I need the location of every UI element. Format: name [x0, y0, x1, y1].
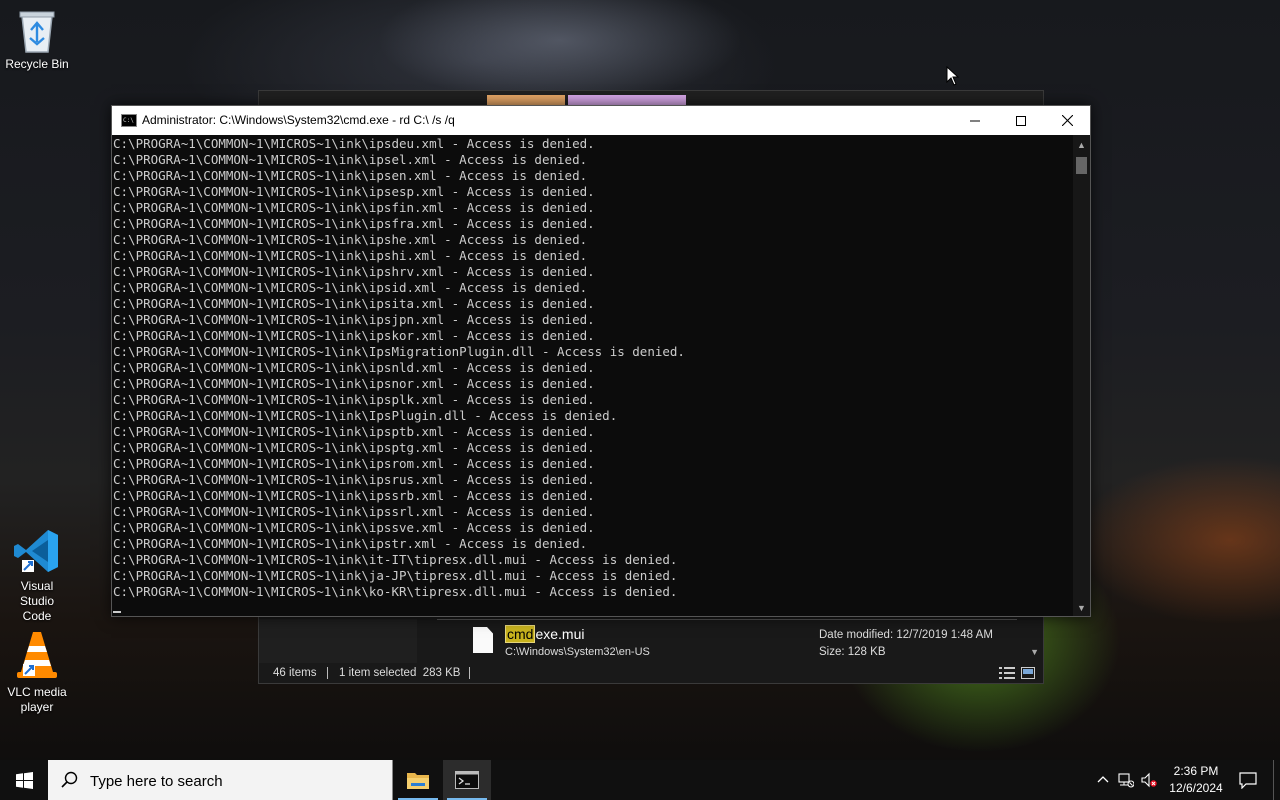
desktop-icon-vlc[interactable]: VLC media player: [0, 630, 74, 715]
minimize-button[interactable]: [952, 106, 998, 135]
console-scrollbar[interactable]: ▲ ▼: [1073, 135, 1090, 616]
file-date-modified: Date modified: 12/7/2019 1:48 AM: [819, 629, 993, 641]
console-line: C:\PROGRA~1\COMMON~1\MICROS~1\ink\it-IT\…: [113, 552, 678, 567]
show-desktop-button[interactable]: [1273, 760, 1280, 800]
file-icon: [473, 627, 493, 653]
action-center-button[interactable]: [1234, 760, 1262, 800]
show-hidden-icons-chevron-icon[interactable]: [1095, 772, 1111, 788]
windows-logo-icon: [15, 771, 33, 789]
console-line: C:\PROGRA~1\COMMON~1\MICROS~1\ink\ipshe.…: [113, 232, 588, 247]
console-line: C:\PROGRA~1\COMMON~1\MICROS~1\ink\ipshrv…: [113, 264, 595, 279]
console-line: C:\PROGRA~1\COMMON~1\MICROS~1\ink\ipstr.…: [113, 536, 588, 551]
taskbar-search-box[interactable]: [48, 760, 393, 800]
navigation-pane[interactable]: [259, 619, 417, 663]
scroll-down-arrow-icon[interactable]: ▼: [1073, 602, 1090, 614]
console-line: C:\PROGRA~1\COMMON~1\MICROS~1\ink\ipsptb…: [113, 424, 595, 439]
notification-icon: [1239, 771, 1257, 789]
file-size: Size: 128 KB: [819, 646, 886, 658]
cmd-title-bar[interactable]: C:\ Administrator: C:\Windows\System32\c…: [112, 106, 1090, 135]
close-button[interactable]: [1044, 106, 1090, 135]
cmd-app-icon: C:\: [121, 114, 137, 127]
scrollbar-thumb[interactable]: [1076, 157, 1087, 174]
console-line: C:\PROGRA~1\COMMON~1\MICROS~1\ink\ipskor…: [113, 328, 595, 343]
search-match-highlight: cmd: [505, 625, 536, 643]
console-line: C:\PROGRA~1\COMMON~1\MICROS~1\ink\IpsMig…: [113, 344, 685, 359]
console-cursor-line: [113, 600, 1072, 616]
text-cursor: [113, 611, 121, 613]
console-line: C:\PROGRA~1\COMMON~1\MICROS~1\ink\ipssve…: [113, 520, 595, 535]
console-line: C:\PROGRA~1\COMMON~1\MICROS~1\ink\ko-KR\…: [113, 584, 678, 599]
console-line: C:\PROGRA~1\COMMON~1\MICROS~1\ink\ipsrus…: [113, 472, 595, 487]
console-line: C:\PROGRA~1\COMMON~1\MICROS~1\ink\ipsjpn…: [113, 312, 595, 327]
search-input[interactable]: [88, 770, 382, 792]
console-line: C:\PROGRA~1\COMMON~1\MICROS~1\ink\ipsptg…: [113, 440, 595, 455]
console-line: C:\PROGRA~1\COMMON~1\MICROS~1\ink\ipsrom…: [113, 456, 595, 471]
console-line: C:\PROGRA~1\COMMON~1\MICROS~1\ink\ipshi.…: [113, 248, 588, 263]
desktop-icon-label: VLC media player: [7, 685, 67, 714]
console-output[interactable]: C:\PROGRA~1\COMMON~1\MICROS~1\ink\ipsdeu…: [113, 135, 1072, 616]
console-line: C:\PROGRA~1\COMMON~1\MICROS~1\ink\ja-JP\…: [113, 568, 678, 583]
console-line: C:\PROGRA~1\COMMON~1\MICROS~1\ink\ipsesp…: [113, 184, 595, 199]
console-line: C:\PROGRA~1\COMMON~1\MICROS~1\ink\ipsen.…: [113, 168, 588, 183]
result-item[interactable]: cmd exe.mui C:\Windows\System32\en-US Dat…: [417, 619, 1043, 663]
desktop-icon-recycle-bin[interactable]: Recycle Bin: [0, 8, 74, 72]
console-line: C:\PROGRA~1\COMMON~1\MICROS~1\ink\ipsnor…: [113, 376, 595, 391]
search-results-list[interactable]: cmd exe.mui C:\Windows\System32\en-US Dat…: [417, 619, 1043, 663]
mouse-cursor-icon: [946, 66, 960, 86]
scroll-up-arrow-icon[interactable]: ▲: [1073, 139, 1090, 151]
vlc-cone-icon: [17, 632, 57, 678]
taskbar-app-file-explorer[interactable]: [394, 760, 442, 800]
maximize-icon: [1016, 115, 1026, 126]
status-separator: [469, 667, 470, 679]
large-icons-view-icon[interactable]: [1021, 667, 1035, 679]
console-line: C:\PROGRA~1\COMMON~1\MICROS~1\ink\IpsPlu…: [113, 408, 618, 423]
console-line: C:\PROGRA~1\COMMON~1\MICROS~1\ink\ipsnld…: [113, 360, 595, 375]
command-prompt-icon: [455, 771, 479, 789]
console-line: C:\PROGRA~1\COMMON~1\MICROS~1\ink\ipsita…: [113, 296, 595, 311]
file-path: C:\Windows\System32\en-US: [505, 646, 650, 658]
console-line: C:\PROGRA~1\COMMON~1\MICROS~1\ink\ipsid.…: [113, 280, 588, 295]
status-separator: [327, 667, 328, 679]
recycle-bin-icon: [19, 11, 55, 53]
system-clock[interactable]: 2:36 PM 12/6/2024: [1160, 763, 1232, 797]
volume-muted-icon[interactable]: [1141, 772, 1157, 788]
minimize-icon: [970, 120, 980, 121]
console-line: C:\PROGRA~1\COMMON~1\MICROS~1\ink\ipsel.…: [113, 152, 588, 167]
taskbar-app-command-prompt[interactable]: [443, 760, 491, 800]
item-count: 46 items: [273, 667, 317, 679]
console-line: C:\PROGRA~1\COMMON~1\MICROS~1\ink\ipsplk…: [113, 392, 595, 407]
maximize-button[interactable]: [998, 106, 1044, 135]
console-line: C:\PROGRA~1\COMMON~1\MICROS~1\ink\ipssrb…: [113, 488, 595, 503]
desktop-icon-vscode[interactable]: Visual Studio Code: [0, 526, 74, 624]
network-icon[interactable]: [1118, 772, 1134, 788]
console-line: C:\PROGRA~1\COMMON~1\MICROS~1\ink\ipsdeu…: [113, 136, 595, 151]
console-line: C:\PROGRA~1\COMMON~1\MICROS~1\ink\ipsfra…: [113, 216, 595, 231]
console-line: C:\PROGRA~1\COMMON~1\MICROS~1\ink\ipsfin…: [113, 200, 595, 215]
clock-date: 12/6/2024: [1169, 781, 1223, 795]
file-name: cmd exe.mui: [505, 625, 585, 643]
taskbar: 2:36 PM 12/6/2024: [0, 760, 1280, 800]
details-view-icon[interactable]: [999, 667, 1015, 679]
explorer-status-bar: 46 items 1 item selected 283 KB: [259, 663, 1043, 683]
command-prompt-window[interactable]: C:\ Administrator: C:\Windows\System32\c…: [111, 105, 1091, 617]
selection-info: 1 item selected 283 KB: [339, 667, 461, 679]
desktop-icon-label: Visual Studio Code: [19, 579, 55, 623]
close-icon: [1061, 115, 1073, 126]
cmd-window-title: Administrator: C:\Windows\System32\cmd.e…: [142, 113, 455, 127]
start-button[interactable]: [0, 760, 48, 800]
clock-time: 2:36 PM: [1173, 764, 1219, 778]
vscode-icon: [14, 530, 58, 572]
desktop-icon-label: Recycle Bin: [5, 57, 69, 71]
file-explorer-icon: [407, 773, 429, 789]
console-line: C:\PROGRA~1\COMMON~1\MICROS~1\ink\ipssrl…: [113, 504, 595, 519]
scroll-down-arrow-icon[interactable]: ▼: [1030, 647, 1039, 657]
search-icon: [61, 771, 78, 788]
